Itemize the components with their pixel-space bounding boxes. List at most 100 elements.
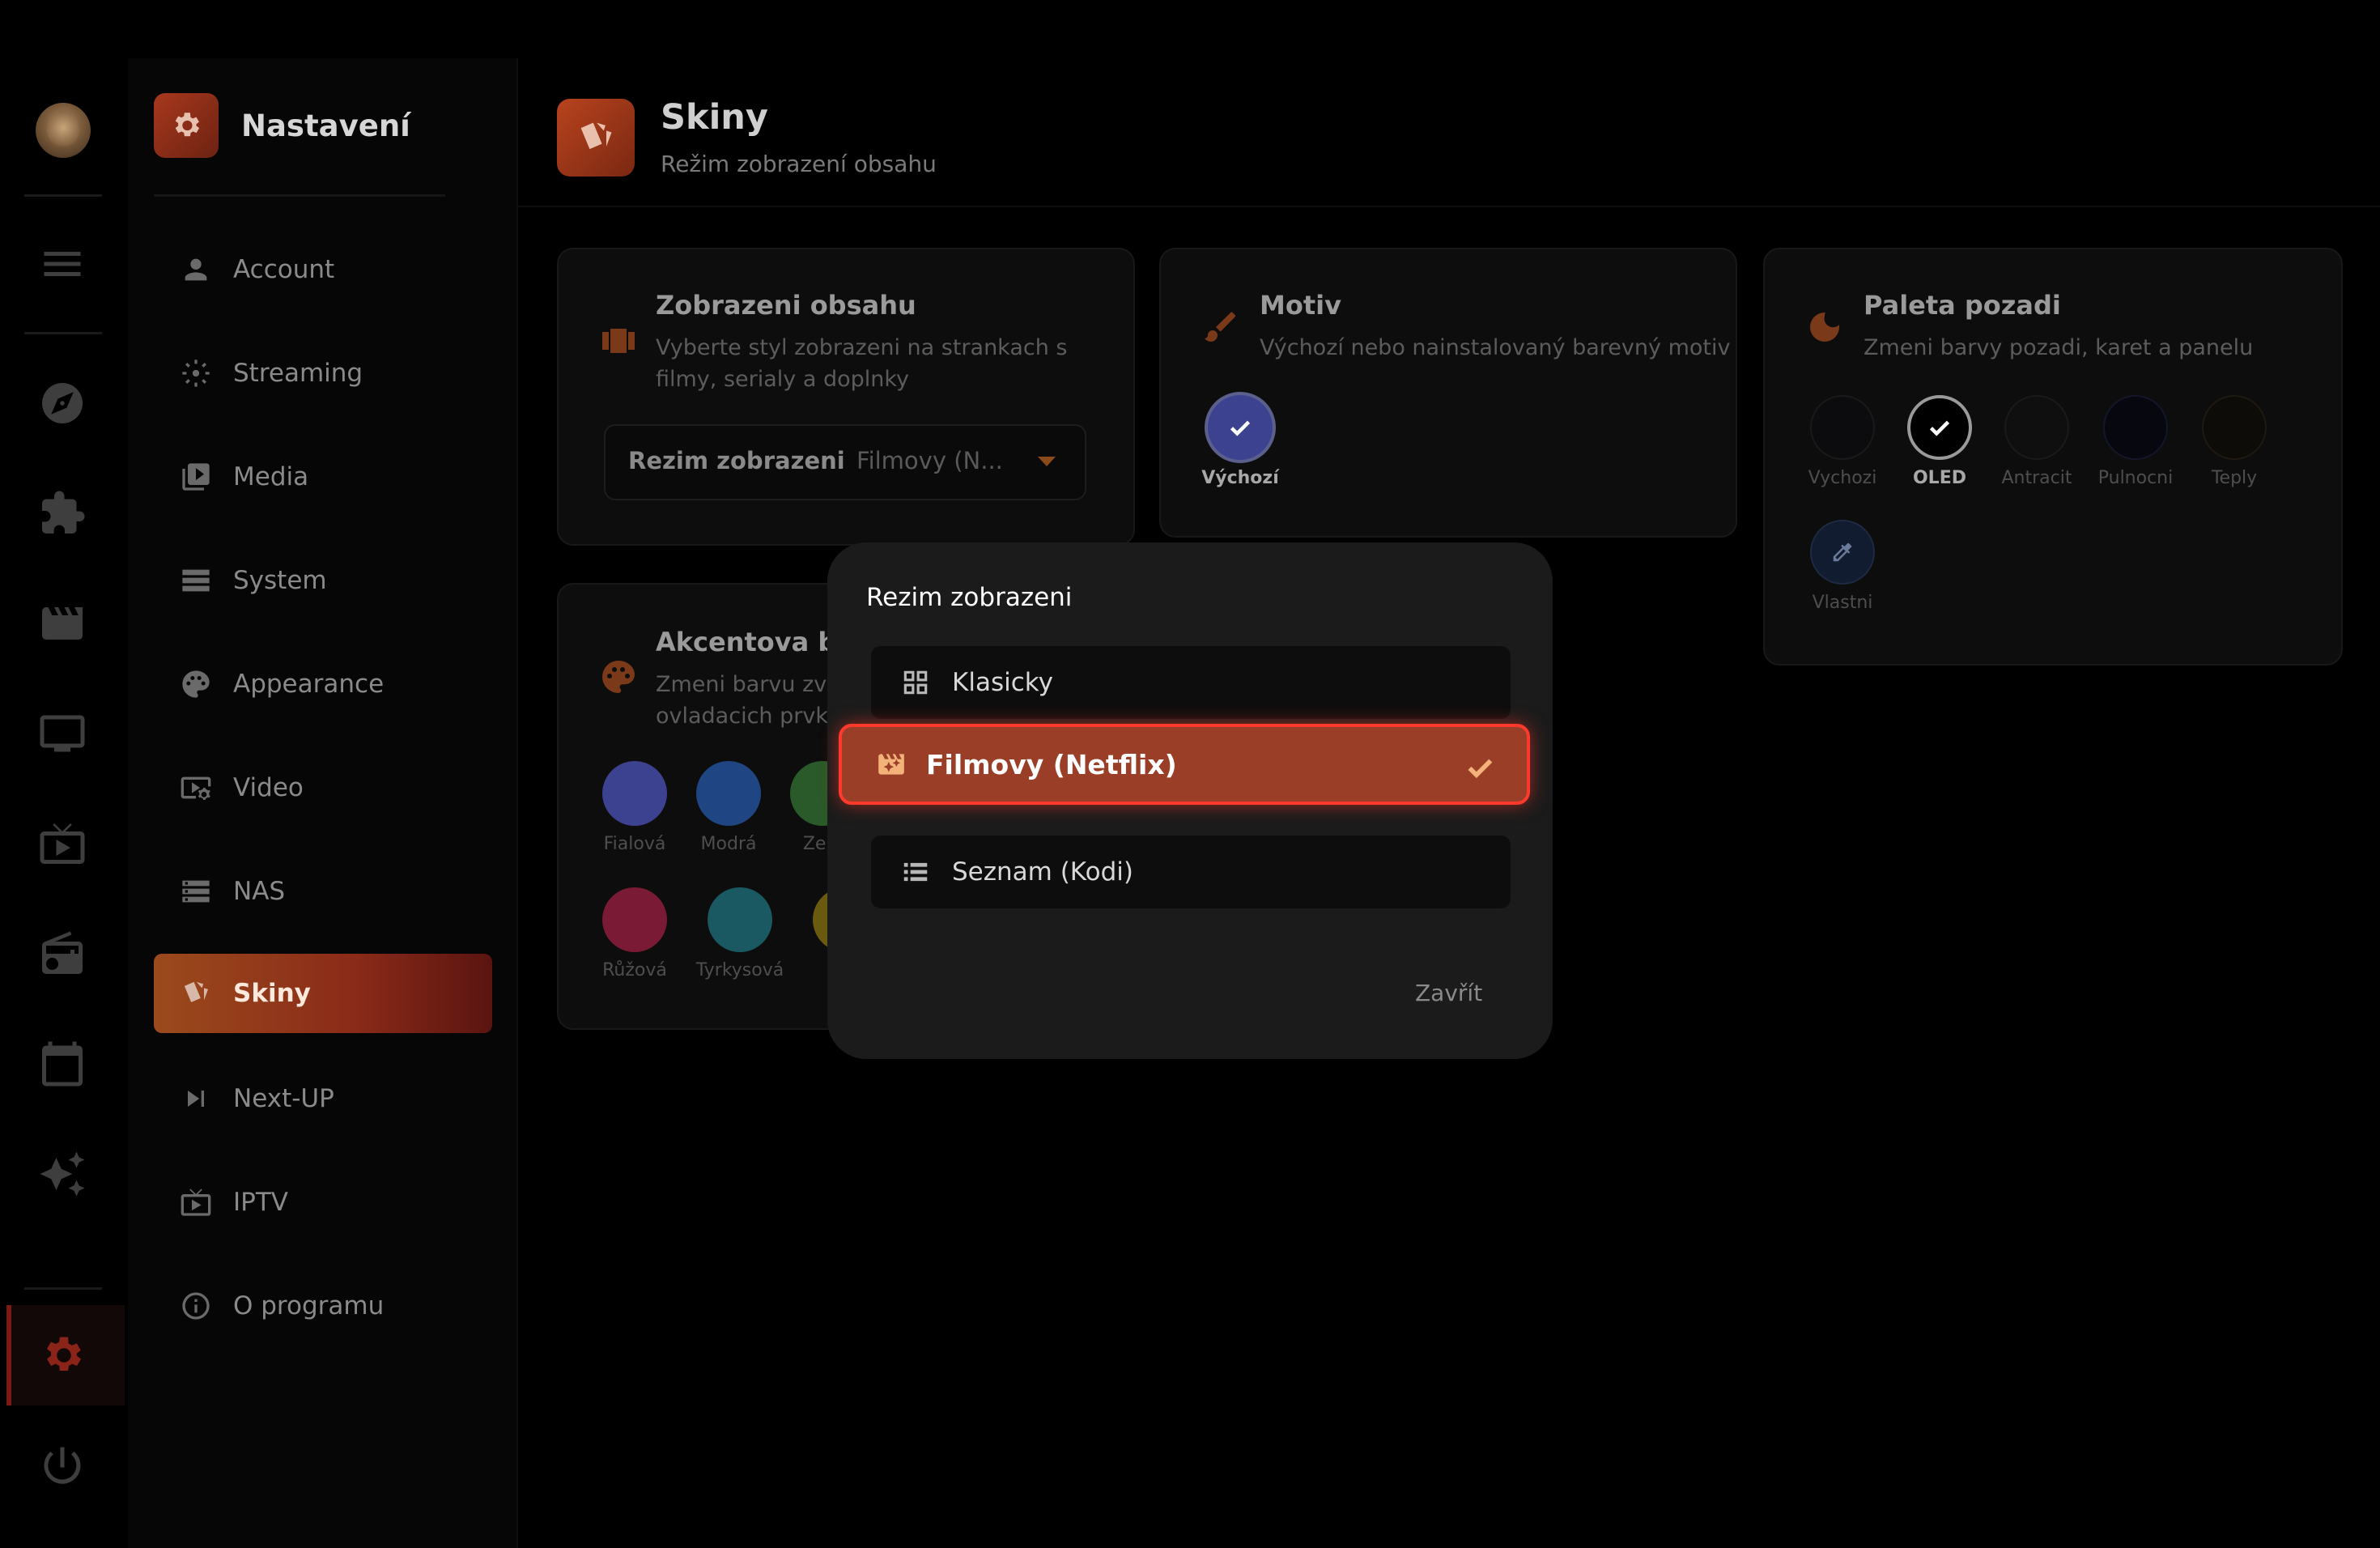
video-settings-icon	[181, 776, 211, 800]
page-title: Skiny	[661, 97, 768, 138]
check-icon	[1464, 751, 1496, 784]
sidebar-item-nas[interactable]: NAS	[154, 852, 492, 931]
sparkle-icon[interactable]	[36, 1148, 88, 1200]
icon-rail	[0, 0, 125, 1548]
avatar[interactable]	[36, 103, 91, 158]
power-icon[interactable]	[36, 1440, 88, 1491]
swatch-label: Tyrkysová	[695, 960, 784, 980]
gear-icon[interactable]	[36, 1329, 88, 1381]
cards-icon	[580, 122, 612, 150]
background-palette-card: Paleta pozadi Zmeni barvy pozadi, karet …	[1763, 248, 2343, 666]
option-klasicky[interactable]: Klasicky	[871, 646, 1511, 719]
sidebar-item-label: System	[233, 566, 327, 595]
content-display-card: Zobrazeni obsahu Vyberte styl zobrazeni …	[557, 248, 1135, 546]
palette-swatch-antracit[interactable]	[2004, 395, 2069, 460]
option-seznam-kodi[interactable]: Seznam (Kodi)	[871, 836, 1511, 908]
sidebar-item-label: IPTV	[233, 1188, 288, 1217]
list-icon	[903, 862, 928, 882]
sidebar-item-label: Next-UP	[233, 1084, 334, 1113]
accent-swatch-fialova[interactable]	[602, 761, 667, 826]
palette-swatch-pulnocni[interactable]	[2103, 395, 2168, 460]
sidebar-divider	[154, 194, 445, 197]
swatch-label: Výchozí	[1201, 468, 1279, 488]
swatch-label: Vychozi	[1808, 468, 1877, 488]
option-label: Seznam (Kodi)	[952, 857, 1133, 887]
sidebar-item-system[interactable]: System	[154, 541, 492, 620]
card-description: Vyberte styl zobrazeni na strankach s	[656, 335, 1068, 360]
sidebar-header: Nastavení	[154, 92, 410, 159]
swatch-label: Pulnocni	[2097, 468, 2174, 488]
tv-icon	[181, 1189, 211, 1216]
sidebar-item-streaming[interactable]: Streaming	[154, 334, 492, 413]
rail-divider	[24, 332, 102, 334]
sidebar-item-label: Video	[233, 773, 304, 802]
page-subtitle: Režim zobrazení obsahu	[661, 151, 937, 177]
list-icon	[182, 569, 210, 592]
sidebar-item-o-programu[interactable]: O programu	[154, 1266, 492, 1346]
card-description: Zmeni barvy pozadi, karet a panelu	[1864, 335, 2254, 360]
dialog-title: Rezim zobrazeni	[866, 583, 1073, 612]
sidebar-item-media[interactable]: Media	[154, 437, 492, 517]
option-filmovy-netflix[interactable]: Filmovy (Netflix)	[839, 724, 1530, 805]
option-label: Filmovy (Netflix)	[926, 748, 1177, 780]
sidebar-item-video[interactable]: Video	[154, 748, 492, 827]
movie-icon[interactable]	[36, 598, 88, 649]
rail-divider	[24, 1287, 102, 1290]
sidebar-item-label: Account	[233, 255, 335, 284]
grid-icon	[903, 670, 928, 695]
swatch-label: Růžová	[602, 960, 667, 980]
accent-swatch-ruzova[interactable]	[602, 887, 667, 952]
accent-swatch-modra[interactable]	[696, 761, 761, 826]
palette-swatch-vychozi[interactable]	[1810, 395, 1875, 460]
calendar-icon[interactable]	[36, 1038, 88, 1090]
sidebar-item-next-up[interactable]: Next-UP	[154, 1059, 492, 1138]
check-icon	[1208, 395, 1273, 460]
sidebar-item-skiny[interactable]: Skiny	[154, 954, 492, 1033]
monitor-icon[interactable]	[36, 708, 88, 759]
compass-icon[interactable]	[36, 377, 88, 429]
card-description: filmy, serialy a doplnky	[656, 367, 910, 392]
radio-icon[interactable]	[36, 928, 88, 980]
person-icon	[185, 258, 207, 281]
brush-icon	[1201, 308, 1240, 347]
sidebar-item-iptv[interactable]: IPTV	[154, 1163, 492, 1242]
card-description: ovladacich prvku	[656, 704, 842, 729]
accent-swatch-tyrkysova[interactable]	[708, 887, 772, 952]
cards-icon	[184, 981, 208, 1002]
swatch-label: Teply	[2211, 468, 2258, 488]
chevron-down-icon	[1038, 457, 1056, 466]
movie-filter-icon	[878, 754, 904, 775]
select-value: Filmovy (N...	[856, 447, 1003, 474]
sidebar-item-account[interactable]: Account	[154, 230, 492, 309]
skip-next-icon	[188, 1091, 204, 1107]
tv-icon[interactable]	[36, 818, 88, 870]
sidebar-item-label: Skiny	[233, 979, 311, 1008]
swatch-label: OLED	[1912, 468, 1966, 488]
rail-divider	[24, 194, 102, 197]
menu-icon[interactable]	[36, 238, 88, 290]
puzzle-icon[interactable]	[36, 487, 88, 539]
card-description: Zmeni barvu zvy	[656, 672, 840, 697]
sidebar-item-label: Media	[233, 462, 309, 491]
display-mode-dialog: Rezim zobrazeni Klasicky Filmovy (Netfli…	[827, 542, 1553, 1059]
sidebar-item-appearance[interactable]: Appearance	[154, 644, 492, 724]
header-divider	[518, 206, 2380, 207]
info-icon	[182, 1292, 210, 1320]
media-library-icon	[182, 463, 210, 491]
close-button[interactable]: Zavřít	[1415, 980, 1482, 1006]
sidebar-item-label: NAS	[233, 877, 286, 906]
check-icon	[1910, 398, 1969, 457]
card-title: Paleta pozadi	[1864, 290, 2061, 321]
theme-swatch-vychozi[interactable]	[1208, 395, 1273, 460]
palette-swatch-oled[interactable]	[1907, 395, 1972, 460]
palette-swatch-vlastni[interactable]	[1810, 520, 1875, 585]
display-mode-select[interactable]: Rezim zobrazeni Filmovy (N...	[604, 424, 1086, 500]
sidebar-item-label: Streaming	[233, 359, 363, 388]
select-label: Rezim zobrazeni	[628, 447, 845, 474]
palette-swatch-teply[interactable]	[2202, 395, 2267, 460]
card-title: Akcentova ba	[656, 627, 854, 657]
gear-icon	[175, 113, 200, 137]
carousel-icon	[599, 322, 638, 361]
card-title: Motiv	[1260, 290, 1341, 321]
moon-icon	[1805, 308, 1844, 347]
